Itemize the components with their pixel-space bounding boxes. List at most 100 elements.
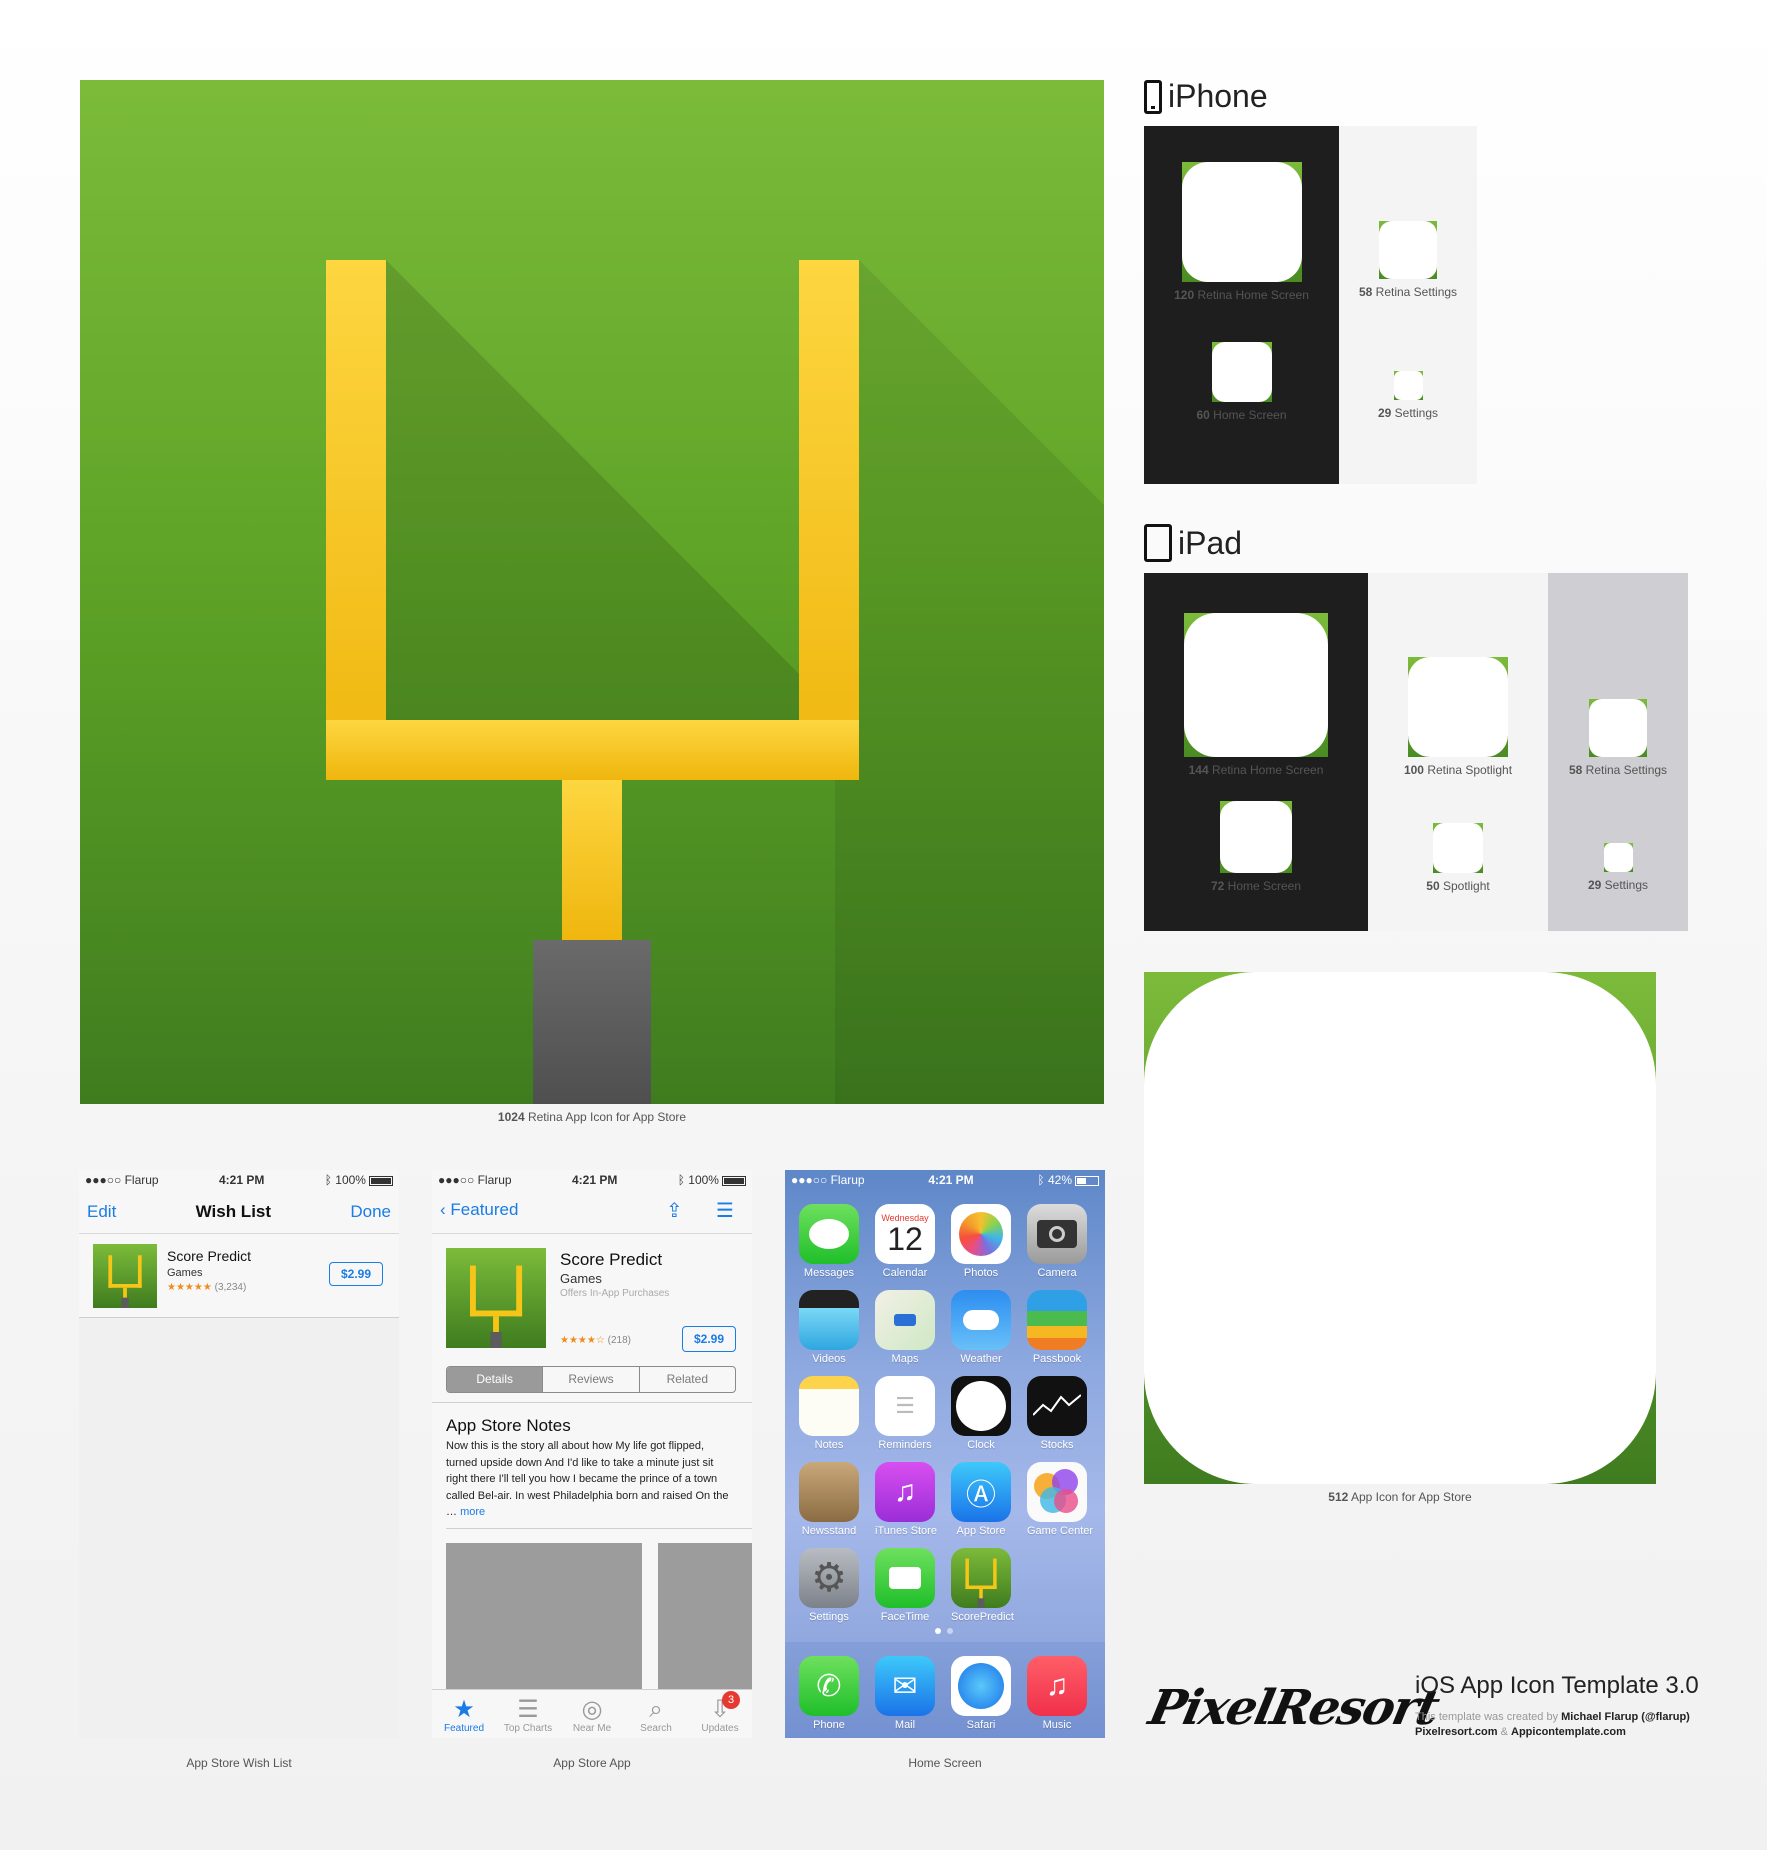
ipad-grey-panel: 58 Retina Settings 29 Settings — [1548, 573, 1688, 931]
app-reminders[interactable]: ☰ Reminders — [875, 1376, 935, 1451]
weather-icon — [951, 1290, 1011, 1350]
chevron-left-icon: ‹ — [440, 1200, 446, 1219]
appstore-screen: ●●●○○ Flarup 4:21 PM ᛒ 100% ‹ Featured ⇪… — [432, 1170, 752, 1738]
wishlist-caption: App Store Wish List — [186, 1756, 292, 1770]
app-maps[interactable]: Maps — [875, 1290, 935, 1365]
maps-icon — [875, 1290, 935, 1350]
wishlist-screen: ●●●○○ Flarup 4:21 PM ᛒ 100% Edit Wish Li… — [79, 1170, 399, 1738]
tab-bar: ★ Featured ☰ Top Charts ◎ Near Me ⌕ Search ⇩… — [432, 1689, 752, 1738]
dock: ✆ Phone ✉ Mail Safari ♫ Music — [785, 1642, 1105, 1738]
app-videos[interactable]: Videos — [799, 1290, 859, 1365]
nav-bar: Edit Wish List Done — [79, 1190, 399, 1234]
slot-ipad-144: 144 Retina Home Screen — [1144, 613, 1368, 777]
tab-updates[interactable]: ⇩ Updates 3 — [688, 1690, 752, 1738]
stocks-icon — [1027, 1376, 1087, 1436]
goalpost-artwork — [326, 260, 1104, 1104]
app-passbook[interactable]: Passbook — [1027, 1290, 1087, 1365]
battery-icon — [1075, 1175, 1099, 1186]
app-app-store[interactable]: Ⓐ App Store — [951, 1462, 1011, 1537]
ipad-dark-panel: 144 Retina Home Screen 72 Home Screen — [1144, 573, 1368, 931]
status-bar: ●●●○○ Flarup 4:21 PM ᛒ 100% — [432, 1170, 752, 1190]
bluetooth-icon: ᛒ — [677, 1173, 689, 1187]
slot-iphone-29: 29 Settings — [1339, 371, 1477, 420]
segmented-control: Details Reviews Related — [446, 1366, 736, 1393]
site-link[interactable]: Pixelresort.com — [1415, 1726, 1498, 1738]
app-stocks[interactable]: Stocks — [1027, 1376, 1087, 1451]
newsstand-icon — [799, 1462, 859, 1522]
tab-related[interactable]: Related — [638, 1367, 735, 1392]
list-item[interactable]: Score Predict Games ★★★★★ (3,234) $2.99 — [79, 1234, 399, 1318]
messages-icon — [799, 1204, 859, 1264]
site-link[interactable]: Appicontemplate.com — [1511, 1726, 1626, 1738]
app-mail[interactable]: ✉ Mail — [875, 1656, 935, 1731]
app-name: Score Predict — [560, 1250, 663, 1269]
notes-body: Now this is the story all about how My l… — [446, 1440, 729, 1518]
page-dots[interactable] — [935, 1628, 953, 1634]
app-camera[interactable]: Camera — [1027, 1204, 1087, 1279]
app-notes[interactable]: Notes — [799, 1376, 859, 1451]
tab-search[interactable]: ⌕ Search — [624, 1690, 688, 1738]
app-newsstand[interactable]: Newsstand — [799, 1462, 859, 1537]
battery-icon — [368, 1175, 393, 1186]
iphone-dark-panel: 120 Retina Home Screen 60 Home Screen — [1144, 126, 1339, 484]
app-messages[interactable]: Messages — [799, 1204, 859, 1279]
edit-button[interactable]: Edit — [87, 1202, 116, 1222]
screenshot-placeholder[interactable] — [446, 1543, 642, 1693]
appstore-caption: App Store App — [553, 1756, 631, 1770]
app-safari[interactable]: Safari — [951, 1656, 1011, 1731]
status-bar: ●●●○○ Flarup 4:21 PM ᛒ 100% — [79, 1170, 399, 1190]
app-phone[interactable]: ✆ Phone — [799, 1656, 859, 1731]
tab-featured[interactable]: ★ Featured — [432, 1690, 496, 1738]
back-button[interactable]: ‹ Featured — [440, 1200, 518, 1220]
search-icon: ⌕ — [649, 1696, 663, 1723]
list-icon: ☰ — [517, 1696, 539, 1723]
app-weather[interactable]: Weather — [951, 1290, 1011, 1365]
iap-note: Offers In-App Purchases — [560, 1288, 670, 1299]
app-thumbnail — [93, 1244, 157, 1308]
compass-icon — [951, 1656, 1011, 1716]
tab-details[interactable]: Details — [447, 1367, 543, 1392]
list-icon[interactable]: ☰ — [716, 1198, 734, 1223]
price-button[interactable]: $2.99 — [329, 1262, 383, 1286]
more-link[interactable]: more — [460, 1506, 485, 1518]
iphone-light-panel: 58 Retina Settings 29 Settings — [1339, 126, 1477, 484]
music-note-icon: ♫ — [1027, 1656, 1087, 1716]
app-thumbnail — [446, 1248, 546, 1348]
iphone-heading: iPhone — [1144, 78, 1268, 115]
app-icon-512 — [1144, 972, 1656, 1484]
slot-ipad-58: 58 Retina Settings — [1548, 699, 1688, 777]
app-photos[interactable]: Photos — [951, 1204, 1011, 1279]
screenshot-placeholder[interactable] — [658, 1543, 752, 1693]
app-clock[interactable]: Clock — [951, 1376, 1011, 1451]
bluetooth-icon: ᛒ — [1037, 1173, 1048, 1187]
home-screen: ●●●○○ Flarup 4:21 PM ᛒ 42% Messages Wedn… — [785, 1170, 1105, 1738]
share-icon[interactable]: ⇪ — [666, 1198, 683, 1223]
nav-title: Wish List — [195, 1201, 272, 1221]
app-scorepredict[interactable]: ScorePredict — [951, 1548, 1014, 1623]
slot-ipad-72: 72 Home Screen — [1144, 801, 1368, 893]
rating: ★★★★☆ (218) — [560, 1335, 631, 1346]
tab-reviews[interactable]: Reviews — [542, 1367, 638, 1392]
facetime-icon — [875, 1548, 935, 1608]
pixelresort-logo: PixelResort — [1144, 1680, 1443, 1736]
rating: ★★★★★ (3,234) — [167, 1282, 247, 1293]
tab-near-me[interactable]: ◎ Near Me — [560, 1690, 624, 1738]
slot-ipad-50: 50 Spotlight — [1368, 823, 1548, 893]
app-facetime[interactable]: FaceTime — [875, 1548, 935, 1623]
done-button[interactable]: Done — [350, 1202, 391, 1222]
iphone-icon — [1144, 79, 1162, 114]
app-itunes-store[interactable]: ♫ iTunes Store — [875, 1462, 937, 1537]
price-button[interactable]: $2.99 — [682, 1326, 736, 1352]
ipad-icon — [1144, 524, 1172, 562]
tab-top-charts[interactable]: ☰ Top Charts — [496, 1690, 560, 1738]
home-caption: Home Screen — [908, 1756, 982, 1770]
app-calendar[interactable]: Wednesday 12 Calendar — [875, 1204, 935, 1279]
status-bar: ●●●○○ Flarup 4:21 PM ᛒ 42% — [785, 1170, 1105, 1190]
app-settings[interactable]: ⚙ Settings — [799, 1548, 859, 1623]
app-game-center[interactable]: Game Center — [1027, 1462, 1093, 1537]
app-music[interactable]: ♫ Music — [1027, 1656, 1087, 1731]
slot-ipad-29: 29 Settings — [1548, 843, 1688, 892]
slot-iphone-60: 60 Home Screen — [1144, 342, 1339, 422]
calendar-icon: Wednesday 12 — [875, 1204, 935, 1264]
compass-icon: ◎ — [581, 1696, 603, 1723]
